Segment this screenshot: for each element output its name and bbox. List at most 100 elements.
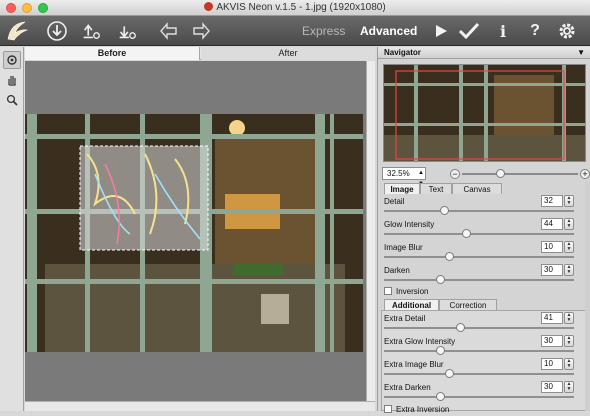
zoom-in-button[interactable]: + [580,169,590,179]
tab-before[interactable]: Before [25,47,200,60]
extra-param-value-field[interactable]: 41 [541,312,563,324]
view-tabs: Before After [25,47,375,60]
hand-icon[interactable] [3,71,21,89]
param-slider-knob[interactable] [439,206,449,215]
redo-icon[interactable] [190,20,212,42]
maximize-window-button[interactable] [38,3,48,13]
zoom-controls: 32.5%▲▼ − + [378,165,590,187]
extra-param-row: Extra Image Blur 10 ▲ ▼ [378,358,590,381]
photo-preview [25,114,363,352]
extra-param-value-field[interactable]: 30 [541,335,563,347]
zoom-slider-track[interactable] [462,173,578,175]
settings-gear-icon[interactable] [556,20,578,42]
stepper-arrows-icon[interactable]: ▲ ▼ [564,358,574,370]
title-bar: AKVIS Neon v.1.5 - 1.jpg (1920x1080) [0,0,590,16]
extra-param-value-field[interactable]: 30 [541,381,563,393]
advanced-mode-tab[interactable]: Advanced [360,24,417,38]
param-value-field[interactable]: 32 [541,195,563,207]
stepper-arrows-icon[interactable]: ▲ ▼ [564,218,574,230]
param-row: Glow Intensity 44 ▲ ▼ [378,218,590,241]
navigator-thumbnail[interactable] [383,64,586,162]
param-row: Image Blur 10 ▲ ▼ [378,241,590,264]
param-row: Detail 32 ▲ ▼ [378,195,590,218]
tab-canvas[interactable]: Canvas [452,183,502,194]
zoom-value: 32.5% [387,169,410,178]
extra-param-label: Extra Glow Intensity [384,337,456,346]
tab-image[interactable]: Image [384,183,420,194]
extra-param-slider-track[interactable] [384,396,574,398]
param-slider-track[interactable] [384,279,574,281]
help-icon[interactable]: ? [524,20,546,42]
extra-param-label: Extra Image Blur [384,360,444,369]
param-value-field[interactable]: 44 [541,218,563,230]
express-mode-tab[interactable]: Express [302,24,345,38]
extra-param-row: Extra Detail 41 ▲ ▼ [378,312,590,335]
navigator-title: Navigator [384,48,421,57]
extra-param-slider-knob[interactable] [435,346,445,355]
extra-param-row: Extra Darken 30 ▲ ▼ [378,381,590,404]
inversion-checkbox[interactable] [384,287,392,295]
zoom-icon[interactable] [3,91,21,109]
param-slider-knob[interactable] [461,229,471,238]
param-label: Image Blur [384,243,423,252]
param-label: Detail [384,197,405,206]
zoom-out-button[interactable]: − [450,169,460,179]
minimize-window-button[interactable] [22,3,32,13]
param-slider-knob[interactable] [445,252,455,261]
extra-inversion-checkbox[interactable] [384,405,392,413]
app-title-icon [204,2,214,11]
extra-param-slider-knob[interactable] [445,369,455,378]
window-title: AKVIS Neon v.1.5 - 1.jpg (1920x1080) [216,2,386,13]
info-icon[interactable]: i [492,20,514,42]
main-toolbar: Express Advanced i ? [0,16,590,46]
close-window-button[interactable] [6,3,16,13]
stepper-arrows-icon[interactable]: ▲ ▼ [564,264,574,276]
navigator-header[interactable]: Navigator ▼ [378,47,590,59]
param-slider-knob[interactable] [435,275,445,284]
extra-param-label: Extra Darken [384,383,431,392]
param-slider-track[interactable] [384,256,574,258]
param-label: Darken [384,266,410,275]
param-label: Glow Intensity [384,220,435,229]
tab-text[interactable]: Text [420,183,452,194]
stepper-arrows-icon[interactable]: ▲ ▼ [564,241,574,253]
param-row: Darken 30 ▲ ▼ [378,264,590,287]
print-settings-icon[interactable] [116,20,138,42]
extra-param-slider-knob[interactable] [435,392,445,401]
extra-param-row: Extra Glow Intensity 30 ▲ ▼ [378,335,590,358]
canvas-vertical-scrollbar[interactable] [366,61,375,401]
stepper-arrows-icon[interactable]: ▲ ▼ [564,335,574,347]
tool-panel [0,47,24,411]
extra-param-slider-knob[interactable] [456,323,466,332]
extra-param-slider-track[interactable] [384,350,574,352]
param-slider-track[interactable] [384,233,574,235]
open-image-icon[interactable] [46,20,68,42]
apply-icon[interactable] [458,20,480,42]
tab-additional[interactable]: Additional [384,299,439,310]
param-value-field[interactable]: 30 [541,264,563,276]
param-value-field[interactable]: 10 [541,241,563,253]
extra-param-slider-track[interactable] [384,373,574,375]
zoom-select[interactable]: 32.5%▲▼ [382,167,426,187]
stepper-arrows-icon[interactable]: ▲ ▼ [564,312,574,324]
extra-inversion-label: Extra Inversion [396,405,450,414]
extra-param-value-field[interactable]: 10 [541,358,563,370]
app-logo-icon[interactable] [4,18,32,44]
inversion-label: Inversion [396,287,429,296]
stepper-arrows-icon[interactable]: ▲ ▼ [564,195,574,207]
settings-scrollbar[interactable] [585,182,590,411]
stepper-arrows-icon[interactable]: ▲ ▼ [564,381,574,393]
tab-after[interactable]: After [201,47,375,60]
param-slider-track[interactable] [384,210,574,212]
zoom-slider-knob[interactable] [496,169,506,178]
run-icon[interactable] [430,20,452,42]
extra-param-label: Extra Detail [384,314,426,323]
tab-correction[interactable]: Correction [439,299,497,310]
save-image-icon[interactable] [80,20,102,42]
navigator-hand-icon[interactable] [3,51,21,69]
canvas-horizontal-scrollbar[interactable] [25,401,375,411]
image-canvas[interactable] [25,61,375,401]
extra-param-slider-track[interactable] [384,327,574,329]
collapse-arrow-icon[interactable]: ▼ [577,47,585,59]
undo-icon[interactable] [158,20,180,42]
